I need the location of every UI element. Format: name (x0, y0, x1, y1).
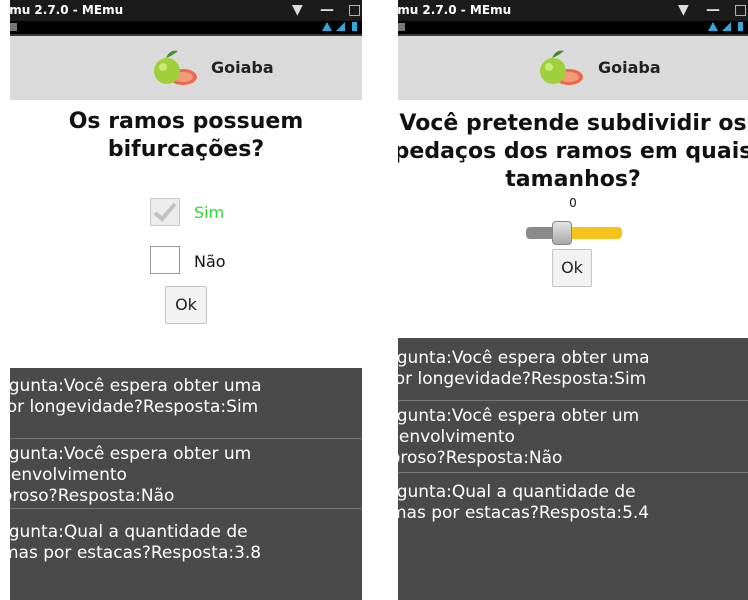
app-title: Goiaba (211, 58, 274, 77)
android-status-bar (398, 21, 748, 34)
window-titlebar: Emu 2.7.0 - MEmu ▼ — □ (10, 0, 362, 21)
question-text: Você pretende subdividir os pedaços dos … (398, 111, 748, 192)
maximize-icon[interactable]: □ (348, 0, 361, 21)
window-titlebar: Emu 2.7.0 - MEmu ▼ — □ (398, 0, 748, 21)
left-emulator-window: Emu 2.7.0 - MEmu ▼ — □ Goiaba Os ramos p… (10, 0, 362, 600)
maximize-icon[interactable]: □ (734, 0, 747, 21)
menu-icon[interactable]: ▼ (678, 0, 689, 21)
list-item[interactable]: rgunta:Qual a quantidade de mas por esta… (10, 522, 362, 564)
app-title: Goiaba (598, 58, 661, 77)
minimize-icon[interactable]: — (320, 0, 334, 21)
battery-icon (738, 22, 743, 31)
guava-icon (540, 50, 583, 85)
action-bar: Goiaba (398, 34, 748, 100)
battery-icon (352, 22, 357, 31)
list-item[interactable]: rgunta:Você espera obter uma ior longevi… (398, 348, 748, 390)
menu-icon[interactable]: ▼ (292, 0, 303, 21)
list-item[interactable]: rgunta:Você espera obter uma ior longevi… (10, 376, 362, 418)
checkbox-nao[interactable] (150, 246, 180, 274)
ok-button[interactable]: Ok (552, 249, 592, 287)
notification-icon (398, 23, 405, 31)
answers-list[interactable]: rgunta:Você espera obter uma ior longevi… (398, 338, 748, 600)
list-divider (398, 400, 748, 401)
option-label-nao: Não (194, 252, 226, 271)
notification-icon (10, 23, 17, 31)
list-item[interactable]: rgunta:Você espera obter um senvolviment… (398, 406, 748, 469)
window-title: Emu 2.7.0 - MEmu (10, 3, 124, 17)
action-bar: Goiaba (10, 34, 362, 100)
list-divider (398, 472, 748, 473)
slider-value: 0 (569, 196, 577, 210)
list-divider (10, 438, 362, 439)
checkmark-icon (153, 202, 177, 222)
ok-button[interactable]: Ok (165, 286, 207, 324)
list-item[interactable]: rgunta:Qual a quantidade de mas por esta… (398, 482, 748, 524)
signal-icon (336, 22, 345, 31)
minimize-icon[interactable]: — (706, 0, 720, 21)
checkbox-sim[interactable] (150, 198, 180, 226)
list-item[interactable]: rgunta:Você espera obter um senvolviment… (10, 444, 362, 507)
list-divider (10, 508, 362, 509)
wifi-icon (322, 22, 332, 31)
size-slider[interactable] (526, 221, 622, 245)
guava-icon (154, 50, 197, 85)
window-title: Emu 2.7.0 - MEmu (398, 3, 512, 17)
slider-thumb[interactable] (552, 221, 572, 245)
answers-list[interactable]: rgunta:Você espera obter uma ior longevi… (10, 368, 362, 600)
wifi-icon (708, 22, 718, 31)
right-emulator-window: Emu 2.7.0 - MEmu ▼ — □ Goiaba Você prete… (398, 0, 748, 600)
option-label-sim: Sim (194, 203, 225, 222)
android-status-bar (10, 21, 362, 34)
signal-icon (722, 22, 731, 31)
question-text: Os ramos possuem bifurcações? (68, 109, 304, 162)
